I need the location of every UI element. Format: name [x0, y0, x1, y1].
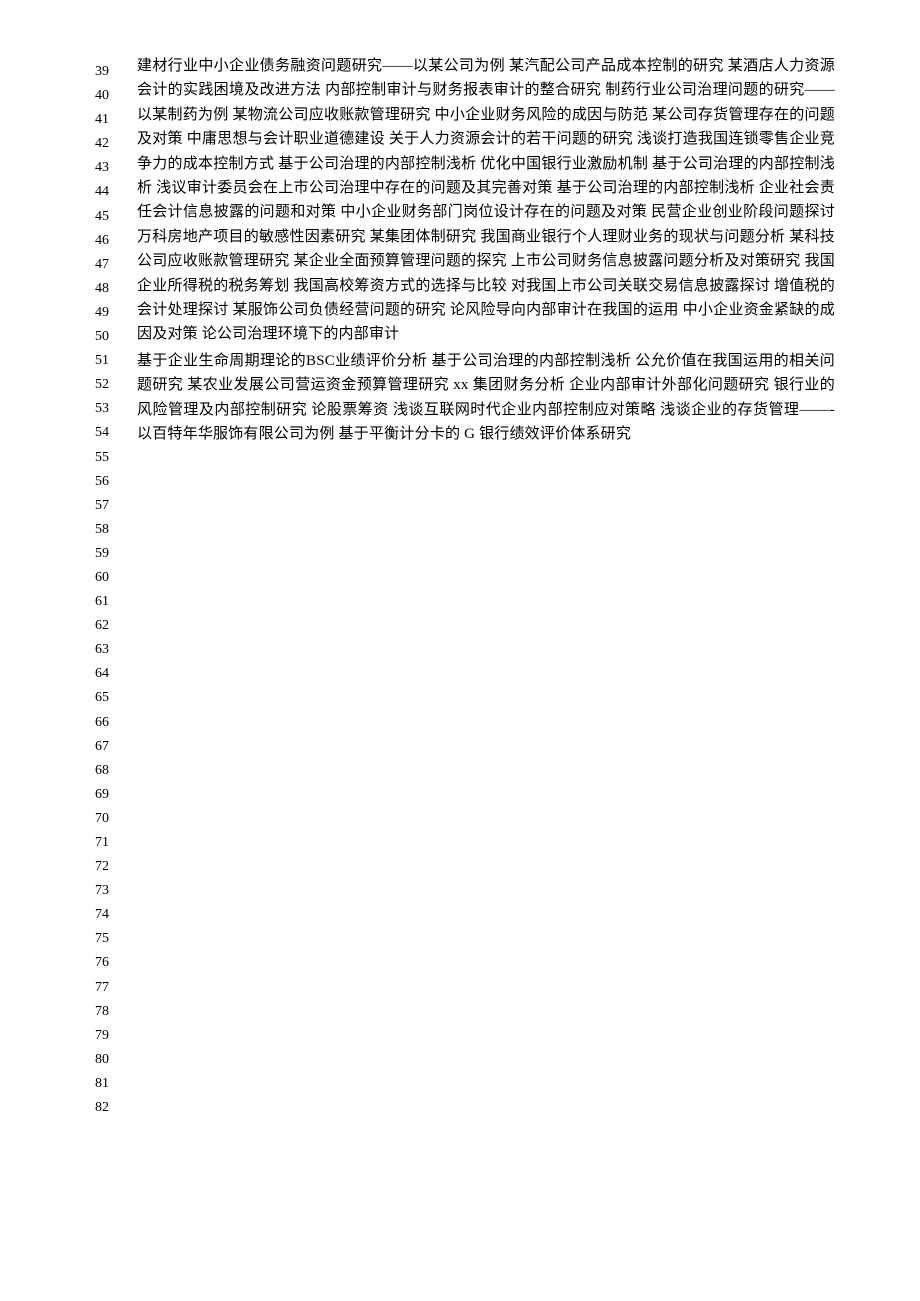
line-number: 51 — [95, 349, 125, 373]
line-number: 39 — [95, 60, 125, 84]
line-number: 74 — [95, 903, 125, 927]
line-number: 64 — [95, 662, 125, 686]
document-page: 3940414243444546474849505152535455565758… — [0, 0, 920, 1120]
line-number-gutter: 3940414243444546474849505152535455565758… — [95, 54, 125, 1120]
line-number: 79 — [95, 1024, 125, 1048]
line-number: 44 — [95, 180, 125, 204]
line-number: 78 — [95, 1000, 125, 1024]
line-number: 69 — [95, 783, 125, 807]
line-number: 66 — [95, 711, 125, 735]
line-number: 71 — [95, 831, 125, 855]
line-number: 65 — [95, 686, 125, 710]
line-number: 72 — [95, 855, 125, 879]
line-number: 50 — [95, 325, 125, 349]
line-number: 77 — [95, 976, 125, 1000]
line-number: 46 — [95, 229, 125, 253]
line-number: 52 — [95, 373, 125, 397]
line-number: 47 — [95, 253, 125, 277]
line-number: 54 — [95, 421, 125, 445]
line-number: 45 — [95, 205, 125, 229]
line-number: 63 — [95, 638, 125, 662]
document-content: 建材行业中小企业债务融资问题研究――以某公司为例 某汽配公司产品成本控制的研究 … — [125, 54, 835, 1120]
line-number: 53 — [95, 397, 125, 421]
line-number: 42 — [95, 132, 125, 156]
line-number: 81 — [95, 1072, 125, 1096]
line-number: 48 — [95, 277, 125, 301]
line-number: 55 — [95, 446, 125, 470]
line-number: 41 — [95, 108, 125, 132]
line-number: 68 — [95, 759, 125, 783]
line-number: 82 — [95, 1096, 125, 1120]
line-number: 58 — [95, 518, 125, 542]
line-number: 40 — [95, 84, 125, 108]
line-number: 75 — [95, 927, 125, 951]
line-number: 57 — [95, 494, 125, 518]
paragraph-2: 基于企业生命周期理论的BSC业绩评价分析 基于公司治理的内部控制浅析 公允价值在… — [137, 349, 835, 447]
line-number: 56 — [95, 470, 125, 494]
line-number: 67 — [95, 735, 125, 759]
line-number: 62 — [95, 614, 125, 638]
line-number: 80 — [95, 1048, 125, 1072]
line-number: 59 — [95, 542, 125, 566]
line-number: 70 — [95, 807, 125, 831]
line-number: 76 — [95, 951, 125, 975]
line-number: 43 — [95, 156, 125, 180]
line-number: 73 — [95, 879, 125, 903]
line-number: 60 — [95, 566, 125, 590]
line-number: 49 — [95, 301, 125, 325]
line-number: 61 — [95, 590, 125, 614]
paragraph-1: 建材行业中小企业债务融资问题研究――以某公司为例 某汽配公司产品成本控制的研究 … — [137, 54, 835, 347]
